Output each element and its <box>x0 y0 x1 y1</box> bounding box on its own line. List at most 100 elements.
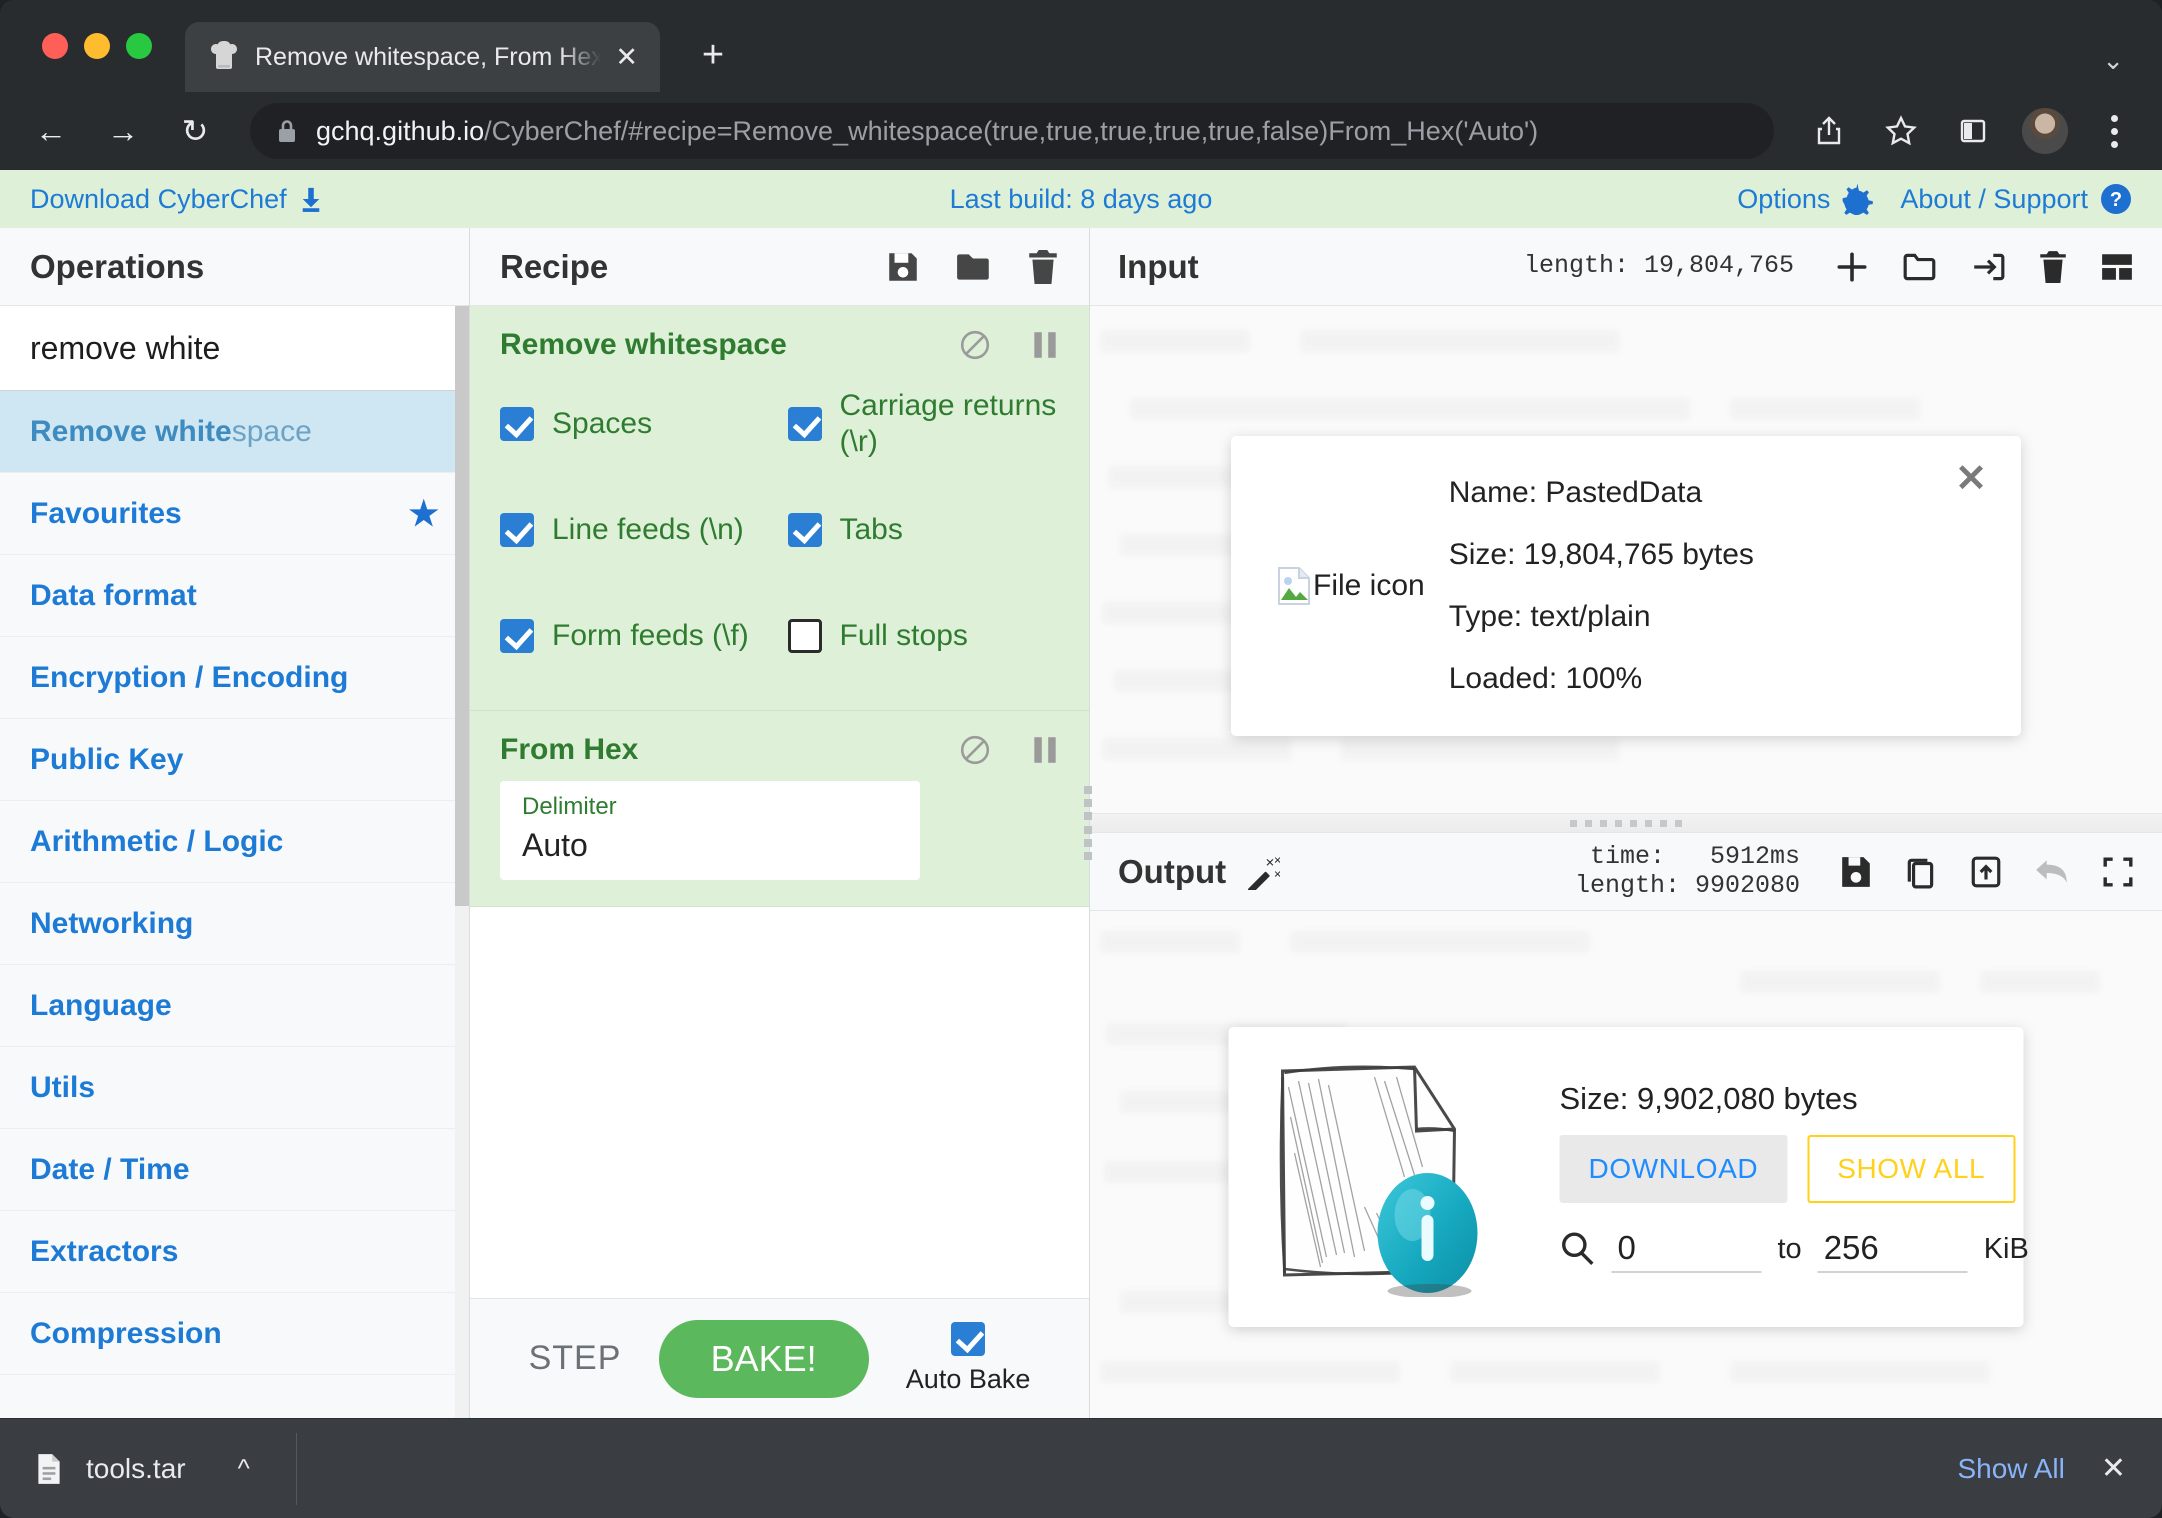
auto-bake-toggle[interactable]: Auto Bake <box>906 1322 1030 1395</box>
operation-search-result-remove-whitespace[interactable]: Remove white space <box>0 391 469 473</box>
show-all-button[interactable]: SHOW ALL <box>1807 1135 2016 1203</box>
ingredient-carriage-returns[interactable]: Carriage returns (\r) <box>787 376 1060 472</box>
pause-breakpoint-icon[interactable] <box>1031 329 1059 361</box>
browser-tab[interactable]: Remove whitespace, From Hex ✕ <box>185 22 660 92</box>
checkbox-tabs[interactable] <box>787 513 822 547</box>
clear-io-icon[interactable] <box>2038 250 2068 284</box>
add-tab-icon[interactable] <box>1834 249 1870 285</box>
disable-icon[interactable] <box>959 734 991 766</box>
maximise-icon[interactable] <box>2102 856 2134 888</box>
close-icon[interactable]: ✕ <box>2101 1451 2126 1486</box>
close-window-button[interactable] <box>42 33 68 59</box>
share-icon[interactable] <box>1806 108 1852 154</box>
close-icon[interactable]: ✕ <box>615 43 638 71</box>
sidebar-item-public-key[interactable]: Public Key <box>0 719 469 801</box>
reset-pane-layout-icon[interactable] <box>2100 251 2134 283</box>
sidebar-item-utils[interactable]: Utils <box>0 1047 469 1129</box>
ingredient-line-feeds[interactable]: Line feeds (\n) <box>500 482 772 578</box>
range-from-input[interactable] <box>1611 1225 1762 1273</box>
profile-avatar[interactable] <box>2022 108 2068 154</box>
checkbox-form-feeds[interactable] <box>500 619 534 653</box>
download-cyberchef-label: Download CyberChef <box>30 183 287 214</box>
operations-pane: Operations Remove whitespace Favourites … <box>0 228 470 1418</box>
close-icon[interactable]: ✕ <box>1955 460 1987 498</box>
step-button[interactable]: STEP <box>529 1339 622 1378</box>
checkbox-line-feeds[interactable] <box>500 513 534 547</box>
bookmark-star-icon[interactable] <box>1878 108 1924 154</box>
delimiter-value[interactable]: Auto <box>522 827 898 864</box>
checkbox-spaces[interactable] <box>500 407 534 441</box>
input-output-drag-handle[interactable] <box>1090 813 2162 833</box>
operations-scrollbar[interactable] <box>455 306 469 1418</box>
recipe-operation-controls <box>959 734 1059 766</box>
chevron-up-icon[interactable]: ^ <box>238 1453 250 1484</box>
download-cyberchef-link[interactable]: Download CyberChef <box>30 184 323 215</box>
output-content-area[interactable]: Size: 9,902,080 bytes DOWNLOAD SHOW ALL <box>1090 911 2162 1418</box>
download-button[interactable]: DOWNLOAD <box>1559 1135 1788 1203</box>
kebab-menu-icon[interactable] <box>2094 114 2134 148</box>
output-file-card: Size: 9,902,080 bytes DOWNLOAD SHOW ALL <box>1228 1027 2029 1327</box>
pause-breakpoint-icon[interactable] <box>1031 734 1059 766</box>
sidebar-item-date-time[interactable]: Date / Time <box>0 1129 469 1211</box>
delimiter-field[interactable]: Delimiter Auto <box>500 781 920 880</box>
recipe-header-icons <box>885 249 1059 285</box>
clear-recipe-icon[interactable] <box>1027 249 1059 285</box>
recipe-operation-remove-whitespace[interactable]: Remove whitespace Spaces Carriage return… <box>470 306 1089 711</box>
recipe-io-drag-handle[interactable] <box>1084 786 1094 860</box>
open-folder-icon[interactable] <box>1902 251 1938 283</box>
sidebar-item-encryption-encoding[interactable]: Encryption / Encoding <box>0 637 469 719</box>
sidebar-item-networking[interactable]: Networking <box>0 883 469 965</box>
output-length-label: length: 9902080 <box>1574 870 1800 900</box>
category-label: Date / Time <box>30 1152 190 1186</box>
undo-icon[interactable] <box>2034 857 2070 887</box>
back-button[interactable]: ← <box>28 108 74 154</box>
category-label: Data format <box>30 578 197 612</box>
magic-wand-icon[interactable]: ✕ ✕ ✕ <box>1244 854 1280 890</box>
sidebar-item-data-format[interactable]: Data format <box>0 555 469 637</box>
sidebar-item-favourites[interactable]: Favourites ★ <box>0 473 469 555</box>
address-bar[interactable]: gchq.github.io/CyberChef/#recipe=Remove_… <box>250 103 1774 159</box>
download-item[interactable]: tools.tar ^ <box>36 1432 297 1505</box>
ingredient-label: Form feeds (\f) <box>552 619 749 652</box>
shelf-show-all-button[interactable]: Show All <box>1957 1453 2064 1485</box>
ingredient-full-stops[interactable]: Full stops <box>787 588 1060 684</box>
ingredient-form-feeds[interactable]: Form feeds (\f) <box>500 588 772 684</box>
checkbox-full-stops[interactable] <box>787 619 822 653</box>
sketched-file-info-icon <box>1265 1057 1530 1297</box>
sidebar-item-language[interactable]: Language <box>0 965 469 1047</box>
sidebar-item-extractors[interactable]: Extractors <box>0 1211 469 1293</box>
disable-icon[interactable] <box>959 329 991 361</box>
browser-tab-strip: Remove whitespace, From Hex ✕ + ⌄ <box>0 0 2162 92</box>
sidebar-item-arithmetic-logic[interactable]: Arithmetic / Logic <box>0 801 469 883</box>
options-link[interactable]: Options <box>1737 183 1874 215</box>
side-panel-icon[interactable] <box>1950 108 1996 154</box>
new-tab-button[interactable]: + <box>690 34 736 80</box>
load-recipe-icon[interactable] <box>955 251 993 283</box>
recipe-header: Recipe <box>470 228 1089 306</box>
input-content-area[interactable]: ✕ File icon Name: PastedData Size: 19,80… <box>1090 306 2162 813</box>
recipe-operation-from-hex[interactable]: From Hex Delimiter Auto <box>470 711 1089 907</box>
ingredient-label: Tabs <box>839 513 903 546</box>
replace-input-icon[interactable] <box>1970 855 2002 889</box>
bake-button[interactable]: BAKE! <box>658 1319 869 1398</box>
chevron-down-icon[interactable]: ⌄ <box>2102 45 2124 76</box>
sidebar-item-compression[interactable]: Compression <box>0 1293 469 1375</box>
forward-button[interactable]: → <box>100 108 146 154</box>
save-output-icon[interactable] <box>1840 855 1872 889</box>
operations-search-wrapper <box>0 306 469 391</box>
checkbox-auto-bake[interactable] <box>951 1322 986 1356</box>
about-support-link[interactable]: About / Support ? <box>1900 183 2132 215</box>
save-recipe-icon[interactable] <box>885 249 921 285</box>
ingredient-tabs[interactable]: Tabs <box>787 482 1060 578</box>
reload-button[interactable]: ↻ <box>172 108 218 154</box>
search-input[interactable] <box>0 306 469 390</box>
maximise-window-button[interactable] <box>126 33 152 59</box>
ingredient-spaces[interactable]: Spaces <box>500 376 772 472</box>
open-folder-as-input-icon[interactable] <box>1970 251 2006 283</box>
operations-scrollbar-thumb[interactable] <box>455 306 469 906</box>
copy-output-icon[interactable] <box>1904 855 1938 889</box>
minimise-window-button[interactable] <box>84 33 110 59</box>
url-host: gchq.github.io <box>316 115 485 146</box>
range-to-input[interactable] <box>1817 1225 1968 1273</box>
checkbox-carriage-returns[interactable] <box>787 407 822 441</box>
